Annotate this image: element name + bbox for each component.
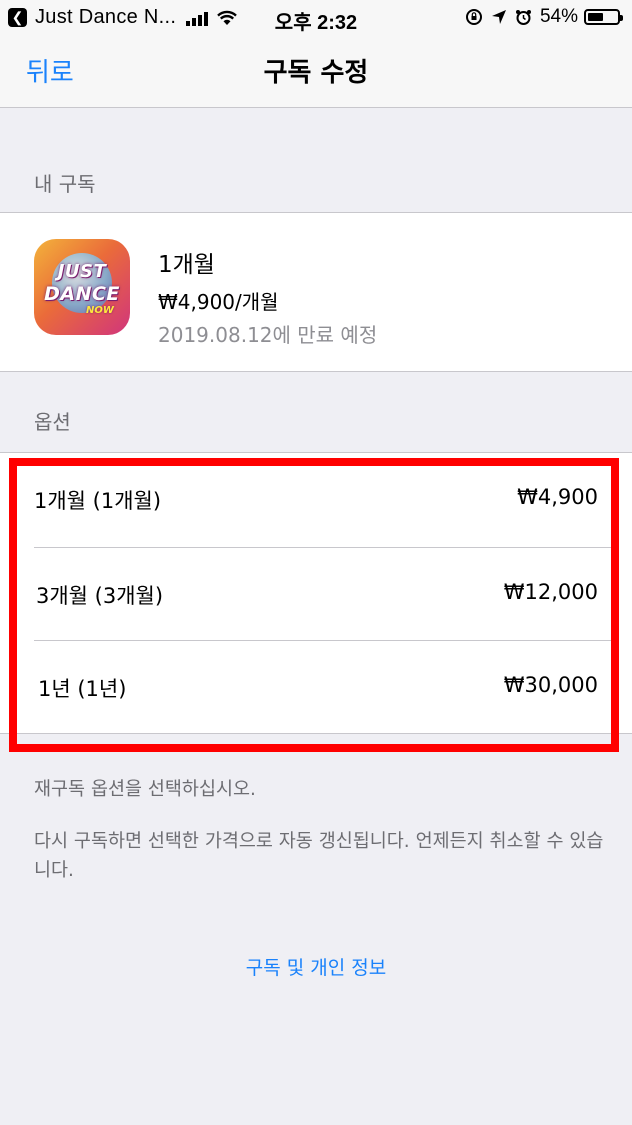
option-price: ₩4,900 [517, 485, 598, 509]
subscription-expiry: 2019.08.12에 만료 예정 [158, 323, 378, 347]
status-bar: ❮ Just Dance N... 오후 2:32 54% [0, 0, 632, 36]
option-label: 1년 (1년) [38, 677, 127, 701]
app-icon-logo-dance: DANCE [44, 283, 120, 305]
my-subscription-header: 내 구독 [34, 172, 96, 196]
option-3-months[interactable]: 3개월 (3개월) ₩12,000 [0, 548, 632, 640]
battery-fill [588, 13, 603, 21]
auto-renew-notice: 다시 구독하면 선택한 가격으로 자동 갱신됩니다. 언제든지 취소할 수 있습… [34, 831, 604, 881]
option-price: ₩12,000 [503, 580, 598, 604]
option-label: 3개월 (3개월) [36, 584, 164, 608]
battery-nub [620, 15, 623, 21]
battery-percent: 54% [539, 6, 578, 27]
battery-icon [584, 9, 623, 25]
option-1-year[interactable]: 1년 (1년) ₩30,000 [0, 641, 632, 733]
subscription-price: ₩4,900/개월 [158, 290, 279, 314]
subscription-card: JUST DANCE NOW 1개월 ₩4,900/개월 2019.08.12에… [0, 212, 632, 372]
just-dance-now-app-icon: JUST DANCE NOW [34, 239, 130, 335]
app-icon-logo-just: JUST [57, 261, 107, 282]
subscription-plan: 1개월 [158, 252, 215, 278]
option-label: 1개월 (1개월) [34, 489, 162, 513]
app-icon-logo-now: NOW [86, 305, 114, 316]
option-price: ₩30,000 [503, 673, 598, 697]
subscription-privacy-link[interactable]: 구독 및 개인 정보 [0, 953, 632, 980]
option-1-month[interactable]: 1개월 (1개월) ₩4,900 [0, 453, 632, 545]
orientation-lock-icon [465, 9, 482, 25]
status-right: 54% [457, 6, 623, 28]
options-card: 1개월 (1개월) ₩4,900 3개월 (3개월) ₩12,000 1년 (1… [0, 452, 632, 734]
options-header: 옵션 [34, 410, 71, 434]
location-icon [491, 10, 506, 24]
resubscribe-instruction: 재구독 옵션을 선택하십시오. [34, 779, 256, 800]
page-title: 구독 수정 [263, 58, 369, 88]
navigation-bar: 뒤로 구독 수정 [0, 36, 632, 108]
alarm-icon [515, 9, 531, 25]
